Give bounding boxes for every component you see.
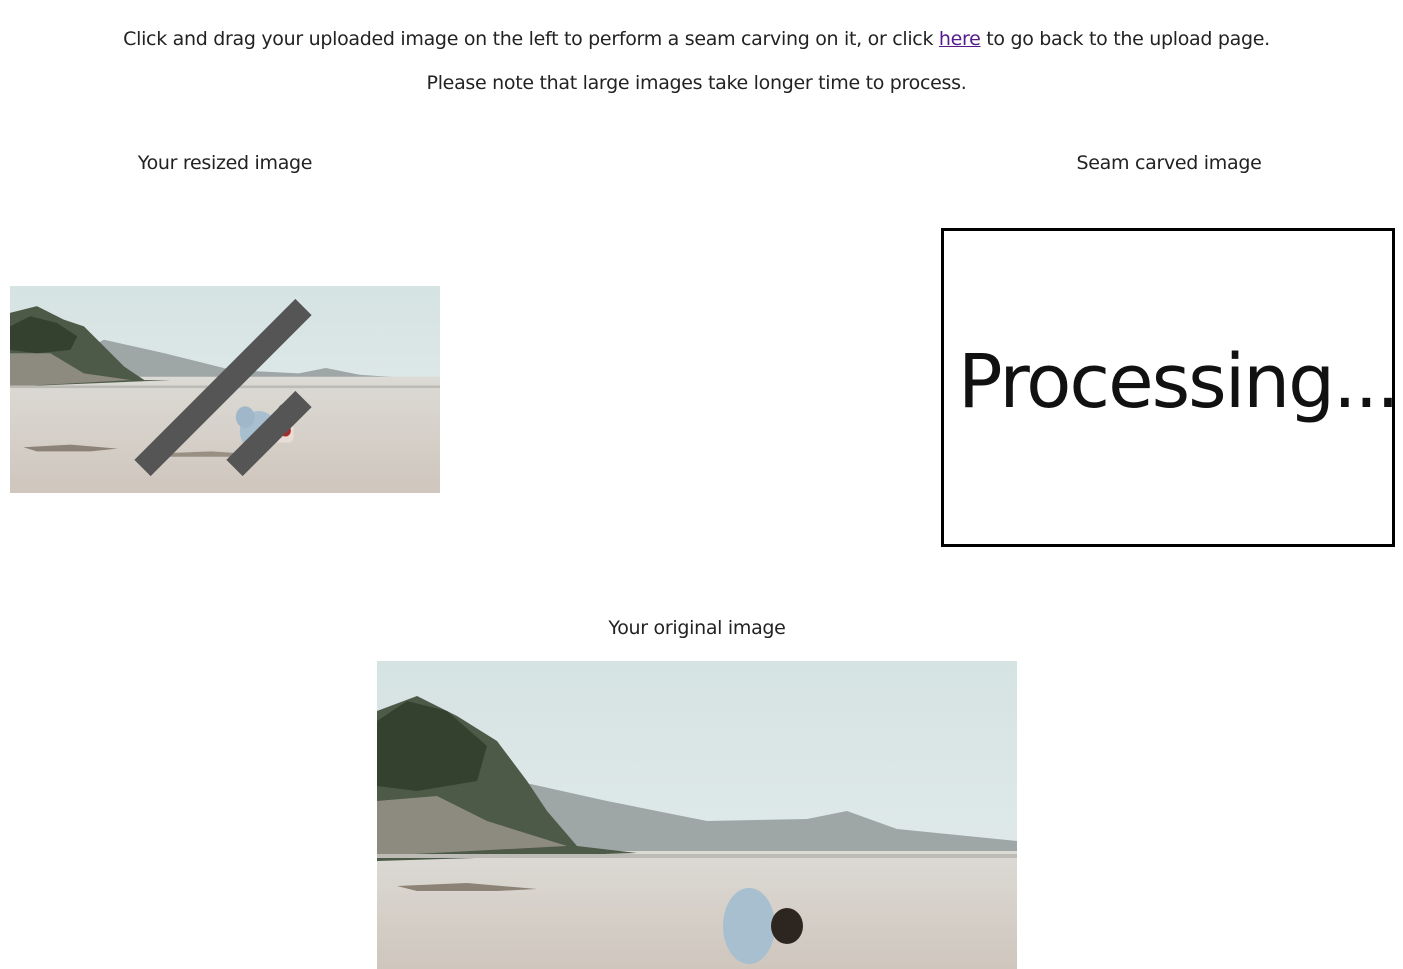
original-image-caption: Your original image	[608, 617, 786, 639]
beach-photo	[377, 661, 1017, 969]
upload-page-link[interactable]: here	[939, 28, 981, 50]
processing-status: Processing...	[958, 339, 1400, 425]
original-image	[377, 661, 1017, 969]
resized-image[interactable]	[10, 286, 440, 493]
resized-image-caption: Your resized image	[137, 152, 313, 174]
seam-carved-caption: Seam carved image	[1076, 152, 1262, 174]
seam-carved-image: Processing...	[941, 228, 1400, 547]
instruction-text-before: Click and drag your uploaded image on th…	[123, 28, 939, 50]
resize-handle-icon[interactable]	[10, 286, 438, 491]
instruction-text-after: to go back to the upload page.	[980, 28, 1270, 50]
instruction-line-2: Please note that large images take longe…	[426, 72, 967, 94]
instruction-line-1: Click and drag your uploaded image on th…	[0, 28, 1393, 50]
